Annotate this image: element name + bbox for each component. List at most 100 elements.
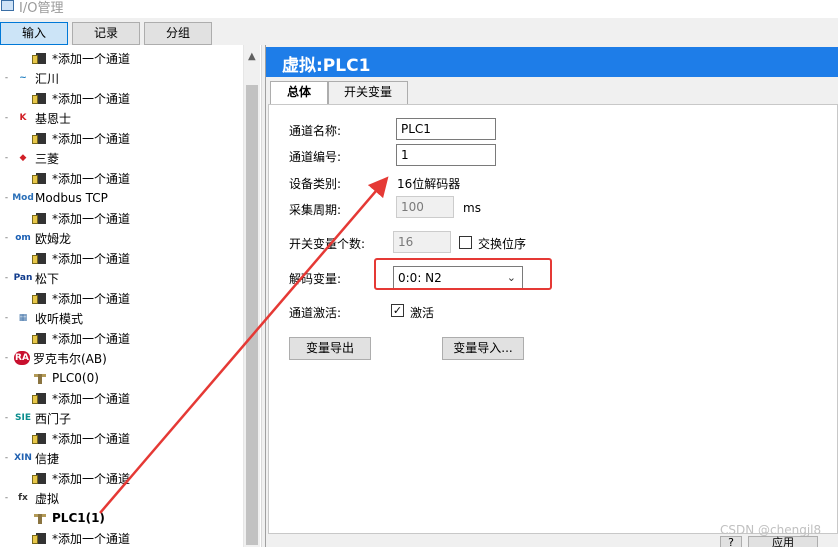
tree-item-label: *添加一个通道 bbox=[52, 391, 131, 406]
activate-label: 激活 bbox=[410, 306, 435, 320]
tree-add-channel-item[interactable]: *添加一个通道 bbox=[32, 88, 130, 108]
tree-item-label: *添加一个通道 bbox=[52, 291, 131, 306]
tree-item-label: *添加一个通道 bbox=[52, 431, 131, 446]
panasonic-logo-icon: Pan bbox=[13, 273, 33, 283]
tree-add-channel-item[interactable]: *添加一个通道 bbox=[32, 388, 130, 408]
tree-add-channel-item[interactable]: *添加一个通道 bbox=[32, 48, 130, 68]
tree-add-channel-item[interactable]: *添加一个通道 bbox=[32, 328, 130, 348]
switch-count-input: 16 bbox=[393, 231, 451, 253]
keyence-logo-icon: K bbox=[19, 113, 27, 123]
tree-vendor-siemens[interactable]: - SIE 西门子 bbox=[2, 408, 71, 428]
xinje-logo-icon: XIN bbox=[14, 453, 32, 463]
collapse-icon[interactable]: - bbox=[2, 153, 11, 163]
omron-logo-icon: om bbox=[15, 233, 31, 243]
tree-item-label: 收听模式 bbox=[35, 311, 84, 326]
tree-vendor-rockwell[interactable]: - RA 罗克韦尔(AB) bbox=[2, 348, 107, 368]
activate-checkbox[interactable]: ✓ bbox=[391, 304, 404, 317]
tree-add-channel-item[interactable]: *添加一个通道 bbox=[32, 288, 130, 308]
tree-add-channel-item[interactable]: *添加一个通道 bbox=[32, 528, 130, 547]
help-button[interactable]: ? bbox=[720, 536, 742, 547]
tree-add-channel-item[interactable]: *添加一个通道 bbox=[32, 128, 130, 148]
tree-item-label: 欧姆龙 bbox=[35, 231, 72, 246]
channel-name-label: 通道名称: bbox=[289, 124, 342, 138]
tree-item-label: 松下 bbox=[35, 271, 60, 286]
rockwell-logo-icon: RA bbox=[14, 351, 30, 365]
modbus-logo-icon: Mod bbox=[12, 193, 34, 203]
add-channel-icon bbox=[32, 531, 48, 545]
tree-plc-item[interactable]: PLC1(1) bbox=[32, 508, 105, 528]
mitsubishi-logo-icon: ◆ bbox=[19, 153, 27, 163]
collapse-icon[interactable]: - bbox=[2, 113, 11, 123]
import-vars-button[interactable]: 变量导入... bbox=[442, 337, 524, 360]
io-manager-window: I/O管理 输入 记录 分组 *添加一个通道 - ~ 汇川 *添加一个通道 - K 基恩士 *添… bbox=[0, 0, 838, 547]
add-channel-icon bbox=[32, 431, 48, 445]
tab-record[interactable]: 记录 bbox=[72, 22, 140, 45]
collapse-icon[interactable]: - bbox=[2, 273, 11, 283]
apply-button[interactable]: 应用 bbox=[748, 536, 818, 547]
tree-item-label: 汇川 bbox=[35, 71, 60, 86]
collapse-icon[interactable]: - bbox=[2, 313, 11, 323]
sample-period-unit: ms bbox=[463, 201, 481, 215]
collapse-icon[interactable]: - bbox=[2, 353, 11, 363]
tree-vendor-modbus[interactable]: - Mod Modbus TCP bbox=[2, 188, 108, 208]
tree-vendor-panasonic[interactable]: - Pan 松下 bbox=[2, 268, 59, 288]
tree-add-channel-item[interactable]: *添加一个通道 bbox=[32, 208, 130, 228]
collapse-icon[interactable]: - bbox=[2, 453, 11, 463]
tree-vendor-keyence[interactable]: - K 基恩士 bbox=[2, 108, 71, 128]
tab-group[interactable]: 分组 bbox=[144, 22, 212, 45]
sample-period-input: 100 bbox=[396, 196, 454, 218]
scroll-up-arrow-icon[interactable]: ▲ bbox=[248, 51, 256, 62]
scrollbar-thumb[interactable] bbox=[246, 85, 258, 545]
device-type-label: 设备类别: bbox=[289, 177, 342, 191]
watermark: CSDN @chengjl8 bbox=[720, 523, 822, 537]
tree-item-label: *添加一个通道 bbox=[52, 331, 131, 346]
huichuan-logo-icon: ~ bbox=[19, 73, 27, 83]
add-channel-icon bbox=[32, 211, 48, 225]
tree-item-label: *添加一个通道 bbox=[52, 251, 131, 266]
channel-active-label: 通道激活: bbox=[289, 306, 342, 320]
tree-item-label: *添加一个通道 bbox=[52, 531, 131, 546]
tab-input[interactable]: 输入 bbox=[0, 22, 68, 45]
decode-var-label: 解码变量: bbox=[289, 272, 342, 286]
tree-add-channel-item[interactable]: *添加一个通道 bbox=[32, 248, 130, 268]
tree-item-label: 西门子 bbox=[35, 411, 72, 426]
switch-count-label: 开关变量个数: bbox=[289, 237, 366, 251]
tree-vendor-mitsubishi[interactable]: - ◆ 三菱 bbox=[2, 148, 59, 168]
tree-add-channel-item[interactable]: *添加一个通道 bbox=[32, 168, 130, 188]
detail-header: 虚拟:PLC1 bbox=[266, 47, 838, 77]
swap-order-label: 交换位序 bbox=[478, 237, 527, 251]
channel-no-input[interactable]: 1 bbox=[396, 144, 496, 166]
export-vars-button[interactable]: 变量导出 bbox=[289, 337, 371, 360]
tree-add-channel-item[interactable]: *添加一个通道 bbox=[32, 468, 130, 488]
collapse-icon[interactable]: - bbox=[2, 413, 11, 423]
tree-plc-item[interactable]: PLC0(0) bbox=[32, 368, 99, 388]
add-channel-icon bbox=[32, 251, 48, 265]
collapse-icon[interactable]: - bbox=[2, 233, 11, 243]
device-type-value: 16位解码器 bbox=[397, 177, 461, 191]
collapse-icon[interactable]: - bbox=[2, 493, 11, 503]
tree-vendor-omron[interactable]: - om 欧姆龙 bbox=[2, 228, 71, 248]
plc-node-icon bbox=[32, 371, 48, 385]
add-channel-icon bbox=[32, 291, 48, 305]
collapse-icon[interactable]: - bbox=[2, 73, 11, 83]
tree-vendor-virtual[interactable]: - fx 虚拟 bbox=[2, 488, 59, 508]
tree-vendor-listen[interactable]: - ▦ 收听模式 bbox=[2, 308, 83, 328]
tree-item-label: *添加一个通道 bbox=[52, 471, 131, 486]
detail-header-title: 虚拟:PLC1 bbox=[282, 56, 371, 76]
tab-switch-vars[interactable]: 开关变量 bbox=[328, 81, 408, 104]
tree-item-label: Modbus TCP bbox=[35, 191, 108, 205]
title-bar: I/O管理 bbox=[0, 0, 838, 18]
collapse-icon[interactable]: - bbox=[2, 193, 11, 203]
tree-item-label: 罗克韦尔(AB) bbox=[33, 351, 107, 366]
tab-general[interactable]: 总体 bbox=[270, 81, 328, 105]
channel-name-input[interactable]: PLC1 bbox=[396, 118, 496, 140]
window-icon bbox=[1, 0, 14, 11]
swap-order-checkbox[interactable] bbox=[459, 236, 472, 249]
tree-item-label: PLC1(1) bbox=[52, 511, 105, 525]
add-channel-icon bbox=[32, 391, 48, 405]
tree-add-channel-item[interactable]: *添加一个通道 bbox=[32, 428, 130, 448]
tree-item-label: 虚拟 bbox=[35, 491, 60, 506]
tree-vendor-xinje[interactable]: - XIN 信捷 bbox=[2, 448, 59, 468]
tree-scrollbar[interactable]: ▲ bbox=[243, 45, 260, 547]
tree-vendor-huichuan[interactable]: - ~ 汇川 bbox=[2, 68, 59, 88]
